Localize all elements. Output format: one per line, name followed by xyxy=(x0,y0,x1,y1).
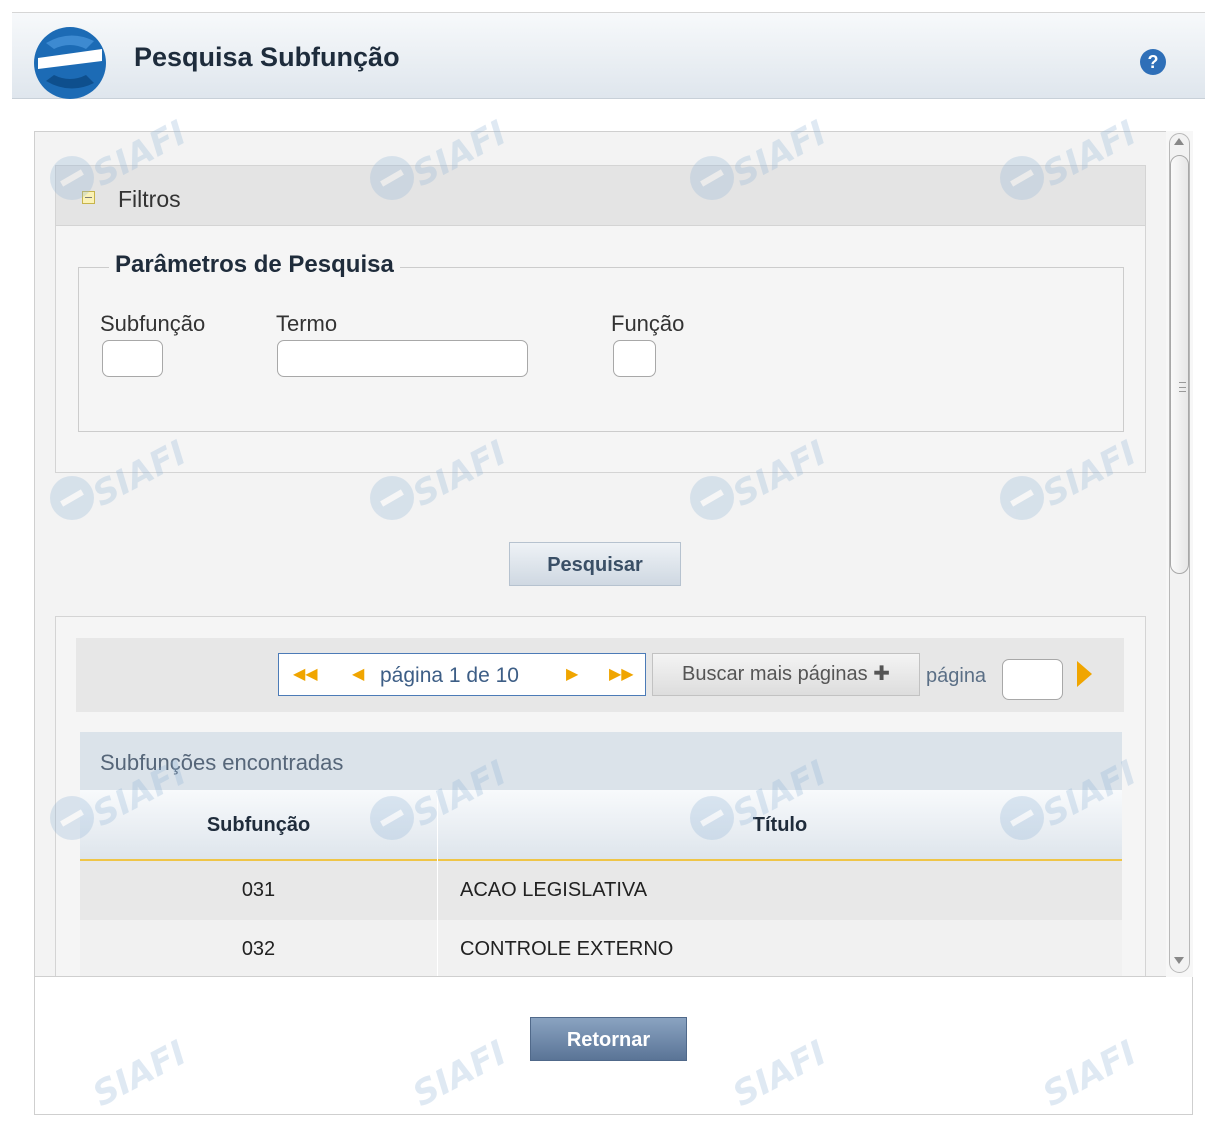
table-header: Subfunção Título xyxy=(80,790,1122,861)
row-title: CONTROLE EXTERNO xyxy=(460,938,674,960)
column-divider xyxy=(437,790,438,976)
subfuncao-input[interactable] xyxy=(102,340,163,377)
funcao-label: Função xyxy=(611,311,685,336)
termo-input[interactable] xyxy=(277,340,528,377)
go-to-page-icon[interactable] xyxy=(1077,661,1092,687)
first-page-icon[interactable]: ◀◀ xyxy=(293,664,318,684)
last-page-icon[interactable]: ▶▶ xyxy=(609,664,634,684)
column-header-titulo[interactable]: Título xyxy=(438,814,1122,837)
page-number-input[interactable] xyxy=(1002,659,1063,700)
help-icon[interactable]: ? xyxy=(1140,49,1166,75)
pager-bar: ◀◀ ◀ página 1 de 10 ▶ ▶▶ Buscar mais pág… xyxy=(76,638,1124,712)
page-label: página xyxy=(926,665,987,687)
row-code: 031 xyxy=(241,879,276,901)
filters-label: Filtros xyxy=(118,186,181,212)
page-header: Pesquisa Subfunção ? xyxy=(12,13,1205,99)
scroll-down-icon[interactable] xyxy=(1174,957,1184,964)
subfuncao-label: Subfunção xyxy=(100,311,206,336)
filters-section: Filtros Parâmetros de Pesquisa Subfunção… xyxy=(55,165,1146,473)
funcao-input[interactable] xyxy=(613,340,656,377)
search-button[interactable]: Pesquisar xyxy=(509,542,681,586)
scroll-grip-icon xyxy=(1179,382,1186,392)
termo-label: Termo xyxy=(276,311,338,336)
row-code: 032 xyxy=(241,938,276,960)
vertical-scrollbar[interactable] xyxy=(1166,131,1193,977)
scroll-up-icon[interactable] xyxy=(1174,138,1184,145)
search-params-fieldset: Parâmetros de Pesquisa Subfunção Termo F… xyxy=(78,251,1124,432)
next-page-icon[interactable]: ▶ xyxy=(566,664,578,684)
siafi-logo xyxy=(34,27,106,99)
previous-page-icon[interactable]: ◀ xyxy=(352,664,364,684)
results-section: ◀◀ ◀ página 1 de 10 ▶ ▶▶ Buscar mais pág… xyxy=(55,616,1146,976)
return-button[interactable]: Retornar xyxy=(530,1017,687,1061)
filters-header[interactable]: Filtros xyxy=(56,166,1145,226)
pager-status: página 1 de 10 xyxy=(380,664,519,687)
more-pages-button[interactable]: Buscar mais páginas ✚ xyxy=(652,653,920,696)
content-panel: Filtros Parâmetros de Pesquisa Subfunção… xyxy=(34,131,1193,977)
results-caption: Subfunções encontradas xyxy=(80,732,1122,790)
footer-bar: Retornar xyxy=(34,977,1193,1115)
page-title: Pesquisa Subfunção xyxy=(134,42,400,72)
search-params-title: Parâmetros de Pesquisa xyxy=(109,251,400,279)
table-row[interactable]: 031 ACAO LEGISLATIVA xyxy=(80,861,1122,920)
pager-nav: ◀◀ ◀ página 1 de 10 ▶ ▶▶ xyxy=(278,653,646,696)
scroll-thumb[interactable] xyxy=(1170,155,1189,574)
collapse-icon[interactable] xyxy=(82,191,95,204)
row-title: ACAO LEGISLATIVA xyxy=(460,879,648,901)
table-row[interactable]: 032 CONTROLE EXTERNO xyxy=(80,920,1122,976)
column-header-subfuncao[interactable]: Subfunção xyxy=(80,814,437,837)
